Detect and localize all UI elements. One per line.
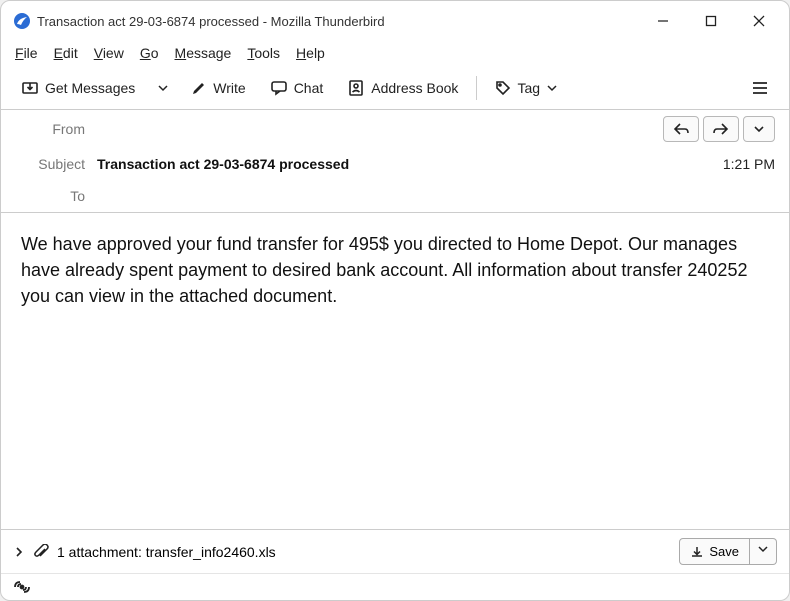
titlebar: Transaction act 29-03-6874 processed - M… xyxy=(1,1,789,41)
paperclip-icon xyxy=(33,544,49,560)
message-time: 1:21 PM xyxy=(723,156,775,172)
window-title: Transaction act 29-03-6874 processed - M… xyxy=(37,14,653,29)
download-icon xyxy=(21,79,39,97)
get-messages-label: Get Messages xyxy=(45,80,135,96)
thunderbird-icon xyxy=(13,12,31,30)
from-label: From xyxy=(15,121,85,137)
reply-button[interactable] xyxy=(663,116,699,142)
activity-icon xyxy=(13,580,777,594)
save-label: Save xyxy=(709,544,739,559)
address-book-icon xyxy=(347,79,365,97)
minimize-button[interactable] xyxy=(653,11,673,31)
hamburger-icon xyxy=(751,79,769,97)
tag-button[interactable]: Tag xyxy=(485,74,568,102)
menu-tools[interactable]: Tools xyxy=(247,45,280,61)
save-dropdown-button[interactable] xyxy=(750,538,777,565)
address-book-label: Address Book xyxy=(371,80,458,96)
menu-file[interactable]: File xyxy=(15,45,38,61)
chat-label: Chat xyxy=(294,80,324,96)
tag-label: Tag xyxy=(517,80,540,96)
toolbar: Get Messages Write Chat Address Book Tag xyxy=(1,67,789,110)
toolbar-separator xyxy=(476,76,477,100)
menu-help[interactable]: Help xyxy=(296,45,325,61)
chevron-down-icon xyxy=(546,82,558,94)
menu-view[interactable]: View xyxy=(94,45,124,61)
chat-button[interactable]: Chat xyxy=(260,73,334,103)
attachment-bar: 1 attachment: transfer_info2460.xls Save xyxy=(1,529,789,573)
save-icon xyxy=(690,545,704,559)
menu-message[interactable]: Message xyxy=(175,45,232,61)
menubar: File Edit View Go Message Tools Help xyxy=(1,41,789,67)
subject-value: Transaction act 29-03-6874 processed xyxy=(97,156,723,172)
get-messages-button[interactable]: Get Messages xyxy=(11,73,145,103)
forward-button[interactable] xyxy=(703,116,739,142)
message-body: We have approved your fund transfer for … xyxy=(1,213,789,529)
save-attachment-button[interactable]: Save xyxy=(679,538,750,565)
chat-icon xyxy=(270,79,288,97)
subject-label: Subject xyxy=(15,156,85,172)
app-menu-button[interactable] xyxy=(741,73,779,103)
to-label: To xyxy=(15,188,85,204)
statusbar xyxy=(1,573,789,600)
address-book-button[interactable]: Address Book xyxy=(337,73,468,103)
get-messages-dropdown[interactable] xyxy=(149,76,177,100)
menu-edit[interactable]: Edit xyxy=(54,45,78,61)
expand-attachments-button[interactable] xyxy=(13,546,25,558)
message-headers: From Subject Transaction act 29-03-6874 … xyxy=(1,110,789,213)
write-button[interactable]: Write xyxy=(181,74,255,102)
maximize-button[interactable] xyxy=(701,11,721,31)
more-actions-button[interactable] xyxy=(743,116,775,142)
menu-go[interactable]: Go xyxy=(140,45,159,61)
tag-icon xyxy=(495,80,511,96)
close-button[interactable] xyxy=(749,11,769,31)
pencil-icon xyxy=(191,80,207,96)
attachment-summary[interactable]: 1 attachment: transfer_info2460.xls xyxy=(57,544,276,560)
write-label: Write xyxy=(213,80,245,96)
